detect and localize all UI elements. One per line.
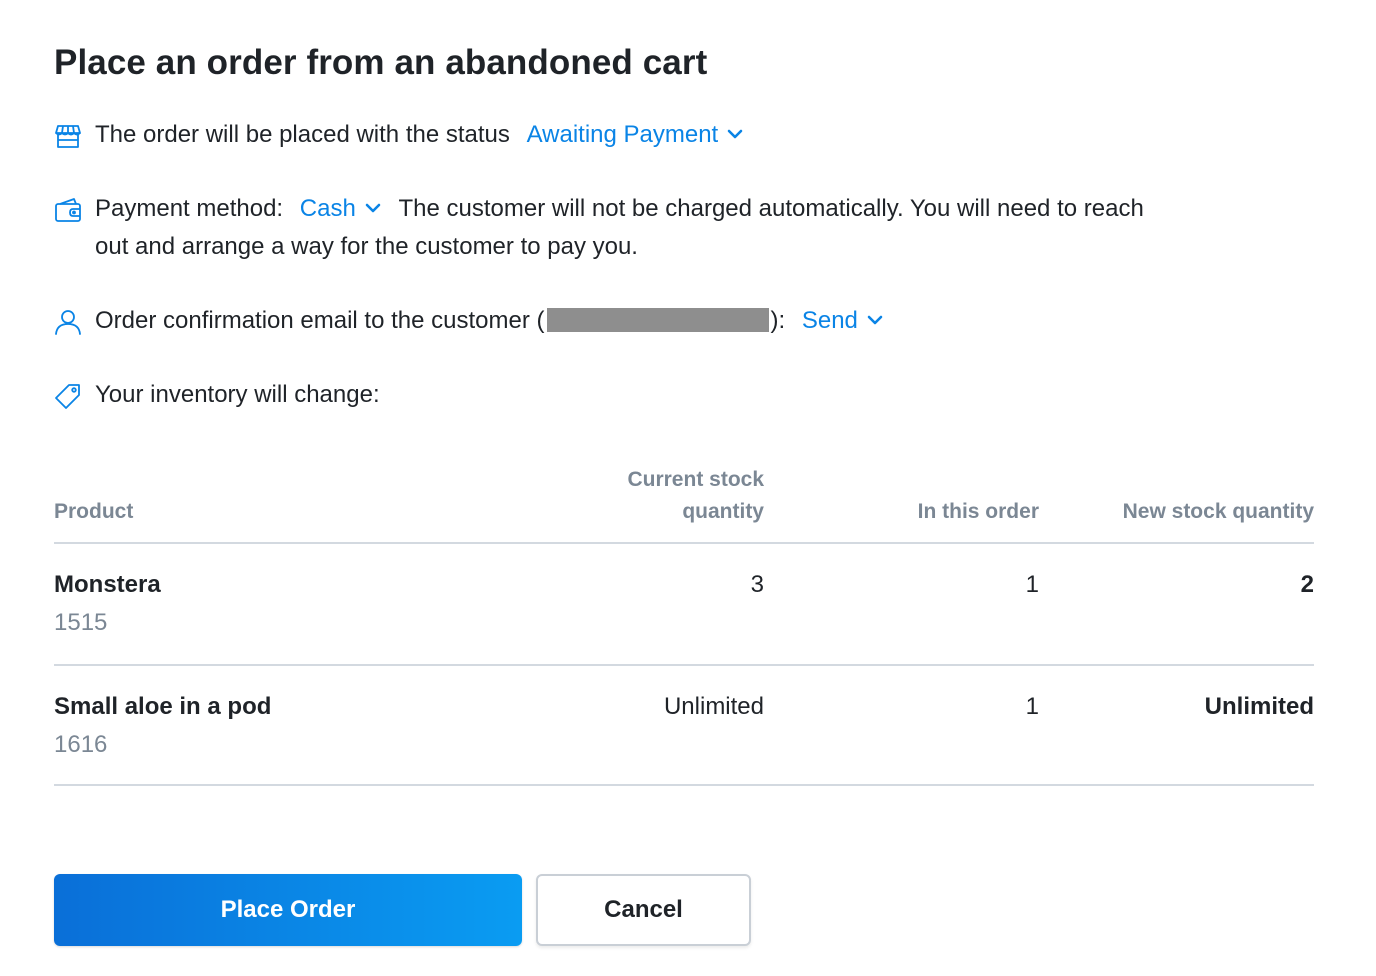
email-text-before: Order confirmation email to the customer… [95,307,545,334]
email-send-value: Send [801,307,858,334]
current-stock-value: 3 [750,571,764,598]
email-text-after: ): [770,307,786,334]
user-icon [55,310,81,335]
product-sku: 1616 [54,731,108,758]
table-divider [54,542,1314,544]
order-status-value: Awaiting Payment [526,121,719,148]
chevron-down-icon [867,315,883,325]
payment-note-line2: out and arrange a way for the customer t… [95,233,638,260]
place-order-label: Place Order [220,896,356,923]
cancel-button[interactable]: Cancel [536,874,751,946]
place-order-button[interactable]: Place Order [54,874,522,946]
column-header-product: Product [54,500,134,523]
chevron-down-icon [727,129,743,139]
payment-method-value: Cash [299,195,356,222]
current-stock-value: Unlimited [663,693,764,720]
in-order-value: 1 [1025,693,1039,720]
product-name: Monstera [54,571,161,598]
new-stock-value: Unlimited [1204,693,1314,720]
table-divider [54,664,1314,666]
column-header-current-line1: Current stock [627,468,764,491]
inventory-text: Your inventory will change: [95,381,380,408]
column-header-current-line2: quantity [682,500,764,523]
table-divider [54,784,1314,786]
storefront-icon [55,125,81,148]
order-status-dropdown[interactable]: Awaiting Payment [527,121,745,148]
wallet-icon [55,198,81,222]
email-send-dropdown[interactable]: Send [802,307,884,334]
column-header-in-this-order: In this order [917,500,1039,523]
product-name: Small aloe in a pod [54,693,272,720]
chevron-down-icon [365,203,381,213]
status-text: The order will be placed with the status [95,121,510,148]
product-sku: 1515 [54,609,108,636]
payment-note-line1: The customer will not be charged automat… [398,195,1144,222]
payment-method-dropdown[interactable]: Cash [300,195,389,222]
dialog-title: Place an order from an abandoned cart [54,43,708,82]
tag-icon [55,384,80,409]
cancel-label: Cancel [604,896,683,923]
new-stock-value: 2 [1300,571,1314,598]
column-header-new-stock: New stock quantity [1122,500,1314,523]
in-order-value: 1 [1025,571,1039,598]
redacted-customer-email [546,308,769,332]
payment-method-label: Payment method: [95,195,284,222]
